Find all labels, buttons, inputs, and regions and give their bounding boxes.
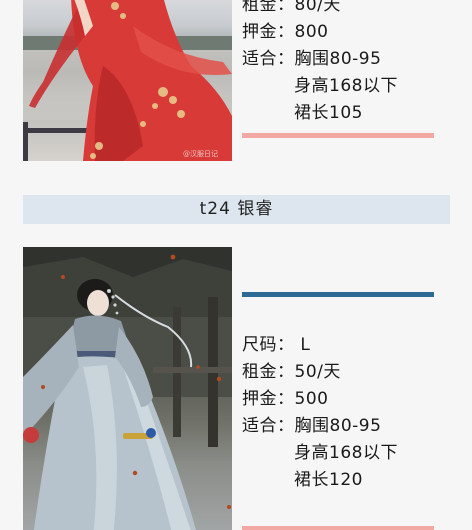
- grey-hanfu-illustration: [23, 247, 232, 530]
- spec-height: 身高168以下: [294, 443, 398, 463]
- section-header-t24: t24 银睿: [23, 195, 450, 224]
- spec-height: 身高168以下: [294, 76, 398, 96]
- spec-rent: 租金：50/天: [242, 362, 341, 382]
- spec-deposit: 押金：800: [242, 22, 329, 42]
- pink-divider-bar-bottom: [242, 526, 434, 530]
- product-photo-red-hanfu[interactable]: @汉服日记: [23, 0, 232, 161]
- spec-skirt-length: 裙长105: [294, 103, 363, 123]
- product-specs-t24: 尺码： L 租金：50/天 押金：500 适合：胸围80-95 身高168以下 …: [242, 331, 398, 493]
- spec-rent: 租金：80/天: [242, 0, 341, 15]
- watermark: @汉服日记: [183, 150, 218, 158]
- product-card-previous[interactable]: @汉服日记 租金：80/天 押金：800 适合：胸围80-95 身高168以下 …: [0, 0, 472, 172]
- product-specs-previous: 租金：80/天 押金：800 适合：胸围80-95 身高168以下 裙长105: [242, 0, 398, 126]
- pink-divider-bar: [242, 133, 434, 138]
- product-photo-grey-hanfu[interactable]: [23, 247, 232, 530]
- red-hanfu-illustration: @汉服日记: [23, 0, 232, 161]
- page: @汉服日记 租金：80/天 押金：800 适合：胸围80-95 身高168以下 …: [0, 0, 472, 530]
- spec-size: 尺码： L: [242, 335, 311, 355]
- spec-deposit: 押金：500: [242, 389, 329, 409]
- blue-divider-bar: [242, 292, 434, 297]
- spec-skirt-length: 裙长120: [294, 470, 363, 490]
- spec-fit: 适合：胸围80-95: [242, 49, 382, 69]
- spec-fit: 适合：胸围80-95: [242, 416, 382, 436]
